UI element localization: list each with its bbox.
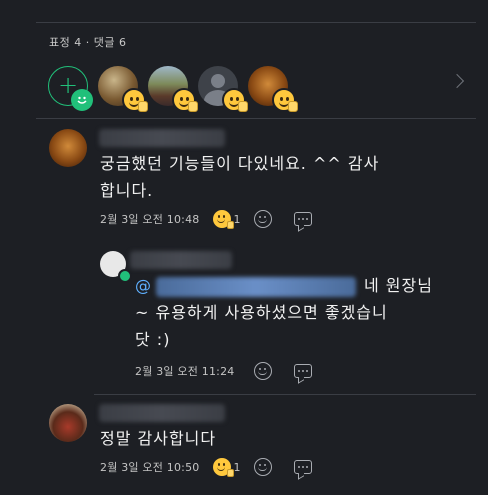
comment-text: 궁금했던 기능들이 다있네요. ^^ 감사 합니다.: [100, 154, 380, 200]
like-emoji-icon: [172, 88, 198, 112]
smiley-icon: [71, 89, 93, 111]
reply-icon[interactable]: [294, 212, 313, 226]
comment-date: 2월 3일 오전 10:50: [100, 461, 200, 474]
reply-name: [130, 251, 232, 269]
top-divider: [36, 22, 476, 23]
reply-icon[interactable]: [294, 364, 313, 378]
add-emoji-icon[interactable]: [254, 458, 273, 476]
commenter-avatar[interactable]: [49, 129, 87, 167]
comment-date: 2월 3일 오전 10:48: [100, 213, 200, 226]
chevron-right-icon[interactable]: [449, 73, 465, 89]
commenter-name: [99, 129, 225, 147]
reply-meta: 2월 3일 오전 11:24: [135, 362, 313, 380]
commenter-name: [99, 404, 225, 422]
like-emoji-icon: [272, 88, 298, 112]
add-emoji-icon[interactable]: [254, 210, 273, 228]
comment-text: 정말 감사합니다: [100, 429, 217, 448]
like-emoji-icon: [122, 88, 148, 112]
reactor-avatar-1[interactable]: [98, 66, 148, 112]
commenter-avatar[interactable]: [49, 404, 87, 442]
mention-tag[interactable]: @: [135, 276, 364, 297]
comment-meta: 2월 3일 오전 10:50 1: [100, 458, 313, 477]
reactions-row: +: [48, 64, 468, 112]
reply-date: 2월 3일 오전 11:24: [135, 365, 235, 378]
stats-summary: 표정 4 · 댓글 6: [49, 36, 127, 49]
comment-meta: 2월 3일 오전 10:48 1: [100, 210, 313, 229]
like-emoji-icon: [222, 88, 248, 112]
reactor-avatar-3[interactable]: [198, 66, 248, 112]
reactor-avatar-4[interactable]: [248, 66, 298, 112]
badge-icon: [118, 269, 132, 283]
comment-divider: [94, 394, 476, 395]
reply-text: @ 네 원장님 ~ 유용하게 사용하셨으면 좋겠습니 닷 :): [135, 276, 433, 349]
reactor-avatar-2[interactable]: [148, 66, 198, 112]
reply-avatar[interactable]: [100, 251, 132, 283]
like-emoji-icon: [213, 210, 235, 229]
reaction-count[interactable]: 1: [213, 458, 240, 477]
add-emoji-icon[interactable]: [254, 362, 273, 380]
like-emoji-icon: [213, 458, 235, 477]
add-reaction-button[interactable]: +: [48, 66, 93, 111]
reactions-divider: [36, 118, 476, 119]
reply-icon[interactable]: [294, 460, 313, 474]
reaction-count[interactable]: 1: [213, 210, 240, 229]
